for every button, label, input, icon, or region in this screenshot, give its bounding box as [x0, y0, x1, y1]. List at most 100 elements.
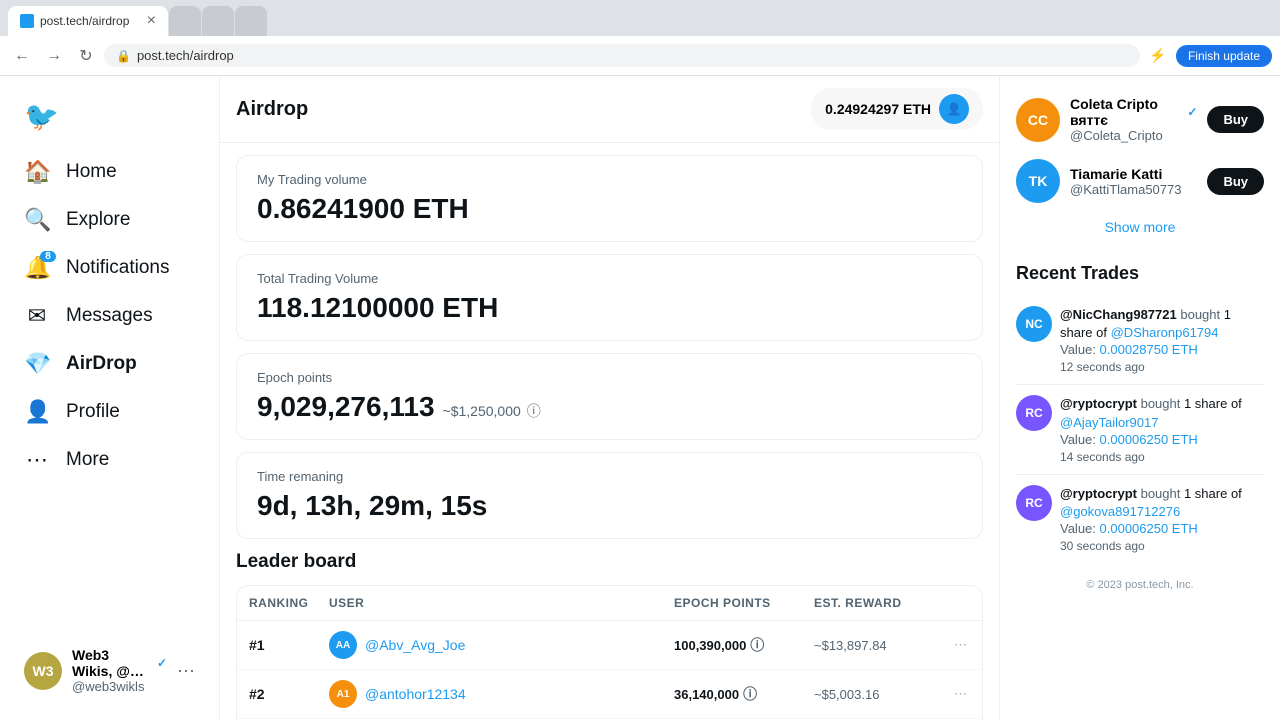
sidebar-item-airdrop[interactable]: 💎 AirDrop	[12, 341, 207, 387]
user-link[interactable]: @Abv_Avg_Joe	[365, 637, 465, 653]
stats-cards: My Trading volume 0.86241900 ETH Total T…	[220, 143, 999, 551]
trade-target[interactable]: @gokova891712276	[1060, 504, 1180, 519]
buy-button[interactable]: Buy	[1207, 106, 1264, 133]
avatar: CC	[1016, 98, 1060, 142]
other-tab[interactable]	[169, 6, 201, 36]
logo-icon: 🐦	[24, 100, 59, 133]
follow-item: TK Tiamarie Katti @KattiTlama50773 Buy	[1016, 151, 1264, 211]
time-remaining-card: Time remaning 9d, 13h, 29m, 15s	[236, 452, 983, 539]
explore-icon: 🔍	[24, 207, 50, 233]
avatar: TK	[1016, 159, 1060, 203]
notification-icon: 🔔 8	[24, 255, 50, 281]
follow-handle: @KattiTlama50773	[1070, 182, 1197, 197]
trade-qty: 1 share of	[1184, 396, 1242, 411]
tab-bar: post.tech/airdrop ×	[0, 0, 1280, 36]
sidebar-item-label: Home	[66, 161, 117, 183]
user-more-icon[interactable]: ···	[177, 660, 195, 681]
tab-title: post.tech/airdrop	[40, 14, 141, 28]
row-info-icon[interactable]: ⋯	[942, 627, 982, 663]
trade-value-link[interactable]: 0.00028750 ETH	[1100, 342, 1198, 357]
eth-balance: 0.24924297 ETH 👤	[811, 88, 983, 130]
rank-cell: #2	[237, 676, 317, 712]
trade-value: Value: 0.00006250 ETH	[1060, 521, 1264, 536]
nav-actions: ⚡ Finish update	[1144, 42, 1272, 70]
notification-badge: 8	[40, 251, 56, 262]
page-title: Airdrop	[236, 98, 308, 121]
right-sidebar: CC Coleta Cripto вяттє ✓ @Coleta_Cripto …	[1000, 76, 1280, 720]
col-ranking: RANKING	[237, 586, 317, 620]
trade-actor: @ryptocrypt	[1060, 396, 1137, 411]
avatar: NC	[1016, 306, 1052, 342]
user-handle: @web3wikls	[72, 679, 167, 694]
messages-icon: ✉	[24, 303, 50, 329]
trade-value: Value: 0.00006250 ETH	[1060, 432, 1264, 447]
info-icon[interactable]: ⓘ	[750, 635, 764, 655]
sidebar: 🐦 🏠 Home 🔍 Explore 🔔 8 Notifications ✉ M…	[0, 76, 220, 720]
show-more-link[interactable]: Show more	[1016, 211, 1264, 243]
user-name: Web3 Wikis, @… ✓	[72, 647, 167, 679]
sidebar-item-label: Explore	[66, 209, 130, 231]
trade-wrap: RC @ryptocrypt bought 1 share of @AjayTa…	[1016, 395, 1264, 463]
sidebar-item-notifications[interactable]: 🔔 8 Notifications	[12, 245, 207, 291]
user-eth-avatar: 👤	[939, 94, 969, 124]
sidebar-item-profile[interactable]: 👤 Profile	[12, 389, 207, 435]
sidebar-item-label: More	[66, 449, 109, 471]
sidebar-item-messages[interactable]: ✉ Messages	[12, 293, 207, 339]
finish-update-button[interactable]: Finish update	[1176, 45, 1272, 67]
user-link[interactable]: @antohor12134	[365, 686, 466, 702]
app-container: 🐦 🏠 Home 🔍 Explore 🔔 8 Notifications ✉ M…	[0, 76, 1280, 720]
refresh-button[interactable]: ↻	[72, 42, 100, 70]
trade-action: bought	[1141, 486, 1184, 501]
recent-trades: Recent Trades NC @NicChang987721 bought …	[1016, 263, 1264, 563]
browser-nav-bar: ← → ↻ 🔒 post.tech/airdrop ⚡ Finish updat…	[0, 36, 1280, 76]
trades-list: NC @NicChang987721 bought 1 share of @DS…	[1016, 296, 1264, 563]
follow-item: CC Coleta Cripto вяттє ✓ @Coleta_Cripto …	[1016, 88, 1264, 151]
sidebar-user[interactable]: W3 Web3 Wikis, @… ✓ @web3wikls ···	[12, 637, 207, 704]
follow-name: Coleta Cripto вяттє ✓	[1070, 96, 1197, 128]
follow-name: Tiamarie Katti	[1070, 166, 1197, 182]
airdrop-icon: 💎	[24, 351, 50, 377]
tab-close-icon[interactable]: ×	[147, 12, 156, 30]
home-icon: 🏠	[24, 159, 50, 185]
table-row: #2 A1 @antohor12134 36,140,000 ⓘ ~$5,003…	[237, 670, 982, 719]
row-info-icon[interactable]: ⋯	[942, 676, 982, 712]
other-tab[interactable]	[235, 6, 267, 36]
active-tab[interactable]: post.tech/airdrop ×	[8, 6, 168, 36]
user-info: Web3 Wikis, @… ✓ @web3wikls	[72, 647, 167, 694]
browser-chrome: post.tech/airdrop × ← → ↻ 🔒 post.tech/ai…	[0, 0, 1280, 76]
rank-cell: #1	[237, 627, 317, 663]
epoch-points-card: Epoch points 9,029,276,113 ~$1,250,000 ⓘ	[236, 353, 983, 440]
info-icon[interactable]: ⓘ	[527, 401, 541, 421]
leaderboard-table: RANKING USER EPOCH POINTS EST. REWARD #1…	[236, 585, 983, 720]
info-icon[interactable]: ⓘ	[743, 684, 757, 704]
trade-actor: @ryptocrypt	[1060, 486, 1137, 501]
epoch-points-value: 9,029,276,113	[257, 391, 435, 423]
trade-target[interactable]: @AjayTailor9017	[1060, 415, 1158, 430]
other-tab[interactable]	[202, 6, 234, 36]
trade-target[interactable]: @DSharonp61794	[1111, 325, 1219, 340]
sidebar-item-explore[interactable]: 🔍 Explore	[12, 197, 207, 243]
trade-item: NC @NicChang987721 bought 1 share of @DS…	[1016, 296, 1264, 385]
main-content: Airdrop 0.24924297 ETH 👤 My Trading volu…	[220, 76, 1000, 720]
forward-button[interactable]: →	[40, 42, 68, 70]
leaderboard-rows: #1 AA @Abv_Avg_Joe 100,390,000 ⓘ ~$13,89…	[237, 621, 982, 720]
sidebar-item-more[interactable]: ⋯ More	[12, 437, 207, 483]
back-button[interactable]: ←	[8, 42, 36, 70]
extensions-button[interactable]: ⚡	[1144, 42, 1172, 70]
reward-cell: ~$13,897.84	[802, 628, 942, 663]
trade-wrap: NC @NicChang987721 bought 1 share of @DS…	[1016, 306, 1264, 374]
col-user: USER	[317, 586, 662, 620]
airdrop-header: Airdrop 0.24924297 ETH 👤	[220, 76, 999, 143]
trade-text: @NicChang987721 bought 1 share of @DShar…	[1060, 306, 1264, 342]
address-bar[interactable]: 🔒 post.tech/airdrop	[104, 44, 1140, 67]
user-cell: A1 @antohor12134	[317, 670, 662, 718]
sidebar-item-label: Notifications	[66, 257, 170, 279]
trade-value-link[interactable]: 0.00006250 ETH	[1100, 521, 1198, 536]
avatar: AA	[329, 631, 357, 659]
reward-cell: ~$5,003.16	[802, 677, 942, 712]
follow-info: Tiamarie Katti @KattiTlama50773	[1070, 166, 1197, 197]
epoch-points-label: Epoch points	[257, 370, 962, 385]
buy-button[interactable]: Buy	[1207, 168, 1264, 195]
trade-value-link[interactable]: 0.00006250 ETH	[1100, 432, 1198, 447]
sidebar-item-home[interactable]: 🏠 Home	[12, 149, 207, 195]
